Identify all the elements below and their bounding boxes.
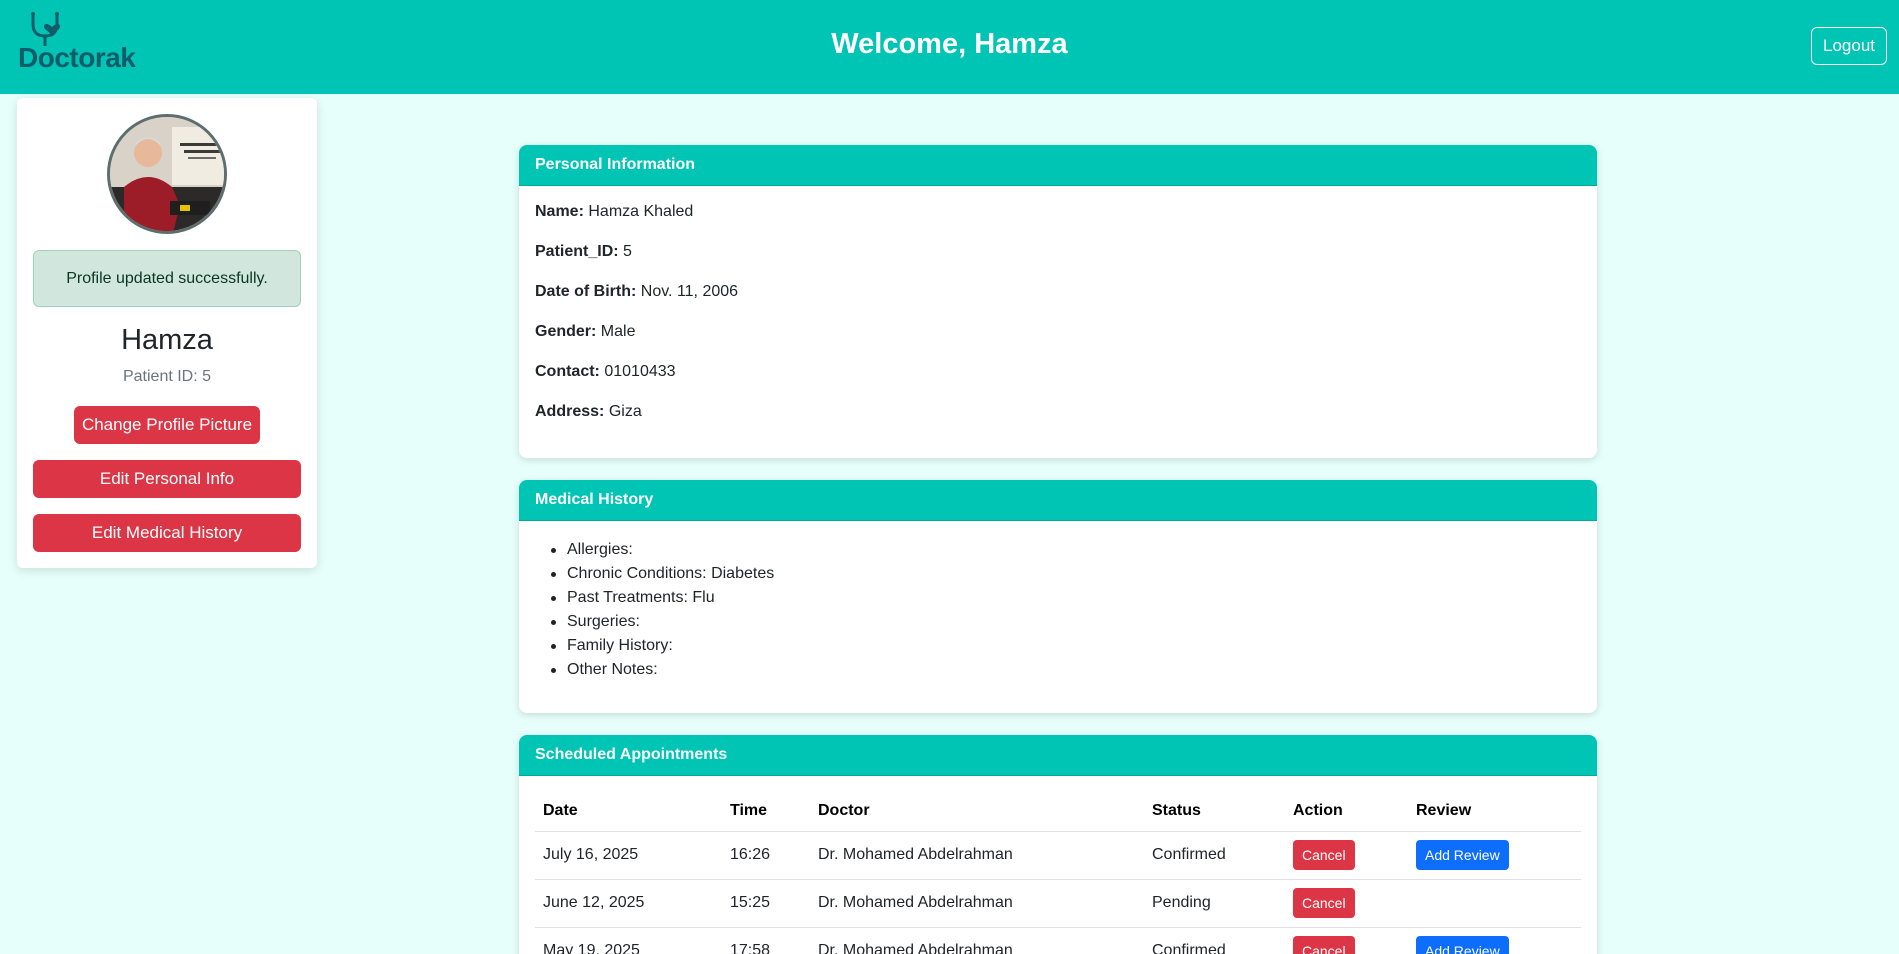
appointment-status: Confirmed bbox=[1144, 831, 1285, 880]
column-header-status: Status bbox=[1144, 791, 1285, 832]
table-row: June 12, 2025 15:25 Dr. Mohamed Abdelrah… bbox=[535, 879, 1581, 928]
success-alert: Profile updated successfully. bbox=[33, 250, 301, 307]
logout-button[interactable]: Logout bbox=[1811, 27, 1887, 65]
medical-history-header: Medical History bbox=[519, 480, 1597, 521]
action-cell: Cancel bbox=[1285, 831, 1408, 880]
avatar bbox=[107, 114, 227, 234]
list-item: Chronic Conditions: Diabetes bbox=[550, 562, 774, 586]
appointment-doctor: Dr. Mohamed Abdelrahman bbox=[810, 831, 1144, 880]
column-header-review: Review bbox=[1408, 791, 1581, 832]
column-header-time: Time bbox=[722, 791, 810, 832]
review-cell: Add Review bbox=[1408, 927, 1581, 954]
profile-sidebar: Profile updated successfully. Hamza Pati… bbox=[17, 98, 317, 568]
appointment-status: Confirmed bbox=[1144, 927, 1285, 954]
action-cell: Cancel bbox=[1285, 927, 1408, 954]
column-header-doctor: Doctor bbox=[810, 791, 1144, 832]
list-item: Surgeries: bbox=[550, 610, 774, 634]
field-value: 01010433 bbox=[604, 363, 676, 380]
cancel-appointment-button[interactable]: Cancel bbox=[1293, 936, 1355, 954]
field-label: Date of Birth: bbox=[535, 283, 637, 300]
appointment-date: July 16, 2025 bbox=[535, 831, 722, 880]
table-header-row: Date Time Doctor Status Action Review bbox=[535, 791, 1581, 832]
table-row: May 19, 2025 17:58 Dr. Mohamed Abdelrahm… bbox=[535, 927, 1581, 954]
appointment-time: 15:25 bbox=[722, 879, 810, 928]
edit-personal-info-button[interactable]: Edit Personal Info bbox=[33, 460, 301, 498]
personal-info-header: Personal Information bbox=[519, 145, 1597, 186]
add-review-button[interactable]: Add Review bbox=[1416, 840, 1509, 870]
column-header-action: Action bbox=[1285, 791, 1408, 832]
cancel-appointment-button[interactable]: Cancel bbox=[1293, 888, 1355, 918]
info-address: Address: Giza bbox=[535, 403, 642, 421]
field-value: Hamza Khaled bbox=[588, 203, 694, 220]
personal-info-card: Personal Information Name: Hamza Khaled … bbox=[519, 145, 1597, 458]
appointment-date: May 19, 2025 bbox=[535, 927, 722, 954]
list-item: Past Treatments: Flu bbox=[550, 586, 774, 610]
change-profile-picture-button[interactable]: Change Profile Picture bbox=[74, 406, 260, 444]
table-row: July 16, 2025 16:26 Dr. Mohamed Abdelrah… bbox=[535, 831, 1581, 880]
patient-id: Patient ID: 5 bbox=[122, 368, 212, 385]
add-review-button[interactable]: Add Review bbox=[1416, 936, 1509, 954]
info-contact: Contact: 01010433 bbox=[535, 363, 676, 381]
review-cell bbox=[1408, 879, 1581, 928]
field-label: Gender: bbox=[535, 323, 597, 340]
appointment-status: Pending bbox=[1144, 879, 1285, 928]
field-value: Nov. 11, 2006 bbox=[640, 283, 739, 300]
list-item: Other Notes: bbox=[550, 658, 774, 682]
info-gender: Gender: Male bbox=[535, 323, 635, 341]
appointment-doctor: Dr. Mohamed Abdelrahman bbox=[810, 927, 1144, 954]
field-value: 5 bbox=[623, 243, 632, 260]
appointment-doctor: Dr. Mohamed Abdelrahman bbox=[810, 879, 1144, 928]
column-header-date: Date bbox=[535, 791, 722, 832]
field-label: Name: bbox=[535, 203, 584, 220]
field-value: Giza bbox=[608, 403, 642, 420]
appointment-time: 16:26 bbox=[722, 831, 810, 880]
welcome-title: Welcome, Hamza bbox=[831, 28, 1068, 60]
top-navbar: Doctorak Welcome, Hamza Logout bbox=[0, 0, 1899, 94]
appointments-header: Scheduled Appointments bbox=[519, 735, 1597, 776]
info-name: Name: Hamza Khaled bbox=[535, 203, 693, 221]
field-label: Address: bbox=[535, 403, 605, 420]
list-item: Family History: bbox=[550, 634, 774, 658]
list-item: Allergies: bbox=[550, 538, 774, 562]
appointments-card: Scheduled Appointments Date Time Doctor … bbox=[519, 735, 1597, 954]
field-value: Male bbox=[600, 323, 636, 340]
medical-history-list: Allergies: Chronic Conditions: Diabetes … bbox=[550, 538, 774, 682]
action-cell: Cancel bbox=[1285, 879, 1408, 928]
info-patient-id: Patient_ID: 5 bbox=[535, 243, 632, 261]
edit-medical-history-button[interactable]: Edit Medical History bbox=[33, 514, 301, 552]
field-label: Patient_ID: bbox=[535, 243, 619, 260]
review-cell: Add Review bbox=[1408, 831, 1581, 880]
profile-photo-icon bbox=[110, 117, 224, 231]
patient-name: Hamza bbox=[121, 324, 213, 356]
info-dob: Date of Birth: Nov. 11, 2006 bbox=[535, 283, 738, 301]
medical-history-card: Medical History Allergies: Chronic Condi… bbox=[519, 480, 1597, 713]
appointment-time: 17:58 bbox=[722, 927, 810, 954]
cancel-appointment-button[interactable]: Cancel bbox=[1293, 840, 1355, 870]
appointment-date: June 12, 2025 bbox=[535, 879, 722, 928]
appointments-table: Date Time Doctor Status Action Review Ju… bbox=[535, 791, 1581, 954]
field-label: Contact: bbox=[535, 363, 600, 380]
